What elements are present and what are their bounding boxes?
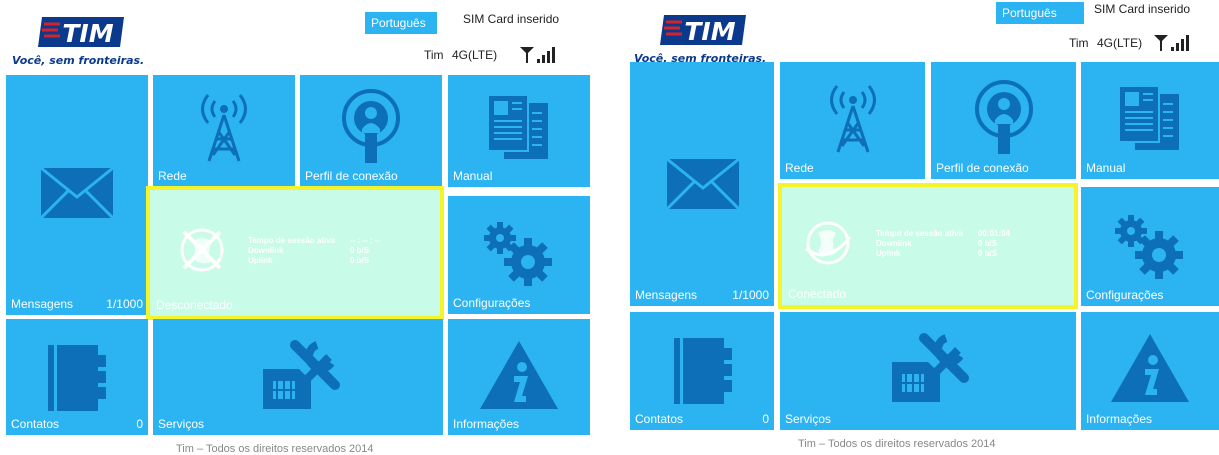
settings-label: Configurações: [1086, 288, 1164, 302]
network-type: 4G(LTE): [1097, 36, 1143, 50]
connection-profile-label: Perfil de conexão: [936, 161, 1029, 175]
connection-state-label: Desconectado: [156, 298, 233, 312]
info-tile[interactable]: Informações: [448, 319, 590, 435]
contacts-tile[interactable]: Contatos 0: [630, 312, 774, 430]
disconnected-globe-icon: [180, 228, 224, 272]
uplink-label: Uplink: [876, 249, 901, 258]
carrier-name: Tim: [424, 48, 444, 62]
connection-profile-tile[interactable]: Perfil de conexão: [931, 62, 1076, 179]
carrier-name: Tim: [1069, 36, 1089, 50]
manual-tile[interactable]: Manual: [1081, 62, 1219, 179]
network-label: Rede: [158, 169, 187, 183]
network-tile[interactable]: Rede: [153, 75, 295, 187]
connection-stats: Tempo de sessão ativa -- : -- : -- Downli…: [248, 236, 380, 266]
info-tile[interactable]: Informações: [1081, 312, 1219, 430]
tim-logo-icon: TIM: [38, 17, 124, 48]
session-time-value: -- : -- : --: [350, 236, 381, 245]
antenna-tower-icon: [830, 85, 876, 153]
services-label: Serviços: [158, 417, 205, 431]
contacts-count: 0: [762, 412, 769, 426]
connection-profile-tile[interactable]: Perfil de conexão: [300, 75, 442, 187]
manual-label: Manual: [1086, 161, 1126, 175]
address-book-icon: [48, 345, 106, 411]
connected-globe-icon: [805, 221, 852, 265]
gears-icon: [1115, 215, 1183, 279]
tim-logo: TIM Você, sem fronteiras.: [634, 8, 774, 68]
signal-strength-icon: [520, 47, 555, 63]
uplink-value: 0 b/S: [978, 249, 998, 258]
uplink-label: Uplink: [248, 256, 273, 265]
sim-tools-icon: [892, 333, 969, 402]
connection-stats: Tempo de sessão ativa 00:01:04 Downlink 0 …: [876, 229, 1010, 259]
documents-icon: [487, 94, 548, 159]
network-type: 4G(LTE): [452, 48, 498, 62]
downlink-value: 0 b/S: [350, 246, 370, 255]
session-time-value: 00:01:04: [978, 229, 1011, 238]
router-dashboard-connected: TIM Você, sem fronteiras. Português SIM …: [620, 0, 1219, 455]
settings-tile[interactable]: Configurações: [448, 196, 590, 314]
language-button[interactable]: Português: [365, 12, 437, 34]
contacts-count: 0: [136, 417, 143, 431]
documents-icon: [1118, 85, 1179, 150]
connection-state-label: Conectado: [788, 287, 847, 301]
footer-copyright: Tim – Todos os direitos reservados 2014: [798, 438, 996, 450]
connection-profile-icon: [342, 89, 400, 163]
address-book-icon: [674, 338, 732, 404]
antenna-tower-icon: [201, 94, 247, 162]
sim-tools-icon: [263, 340, 340, 409]
sim-status: SIM Card inserido: [1094, 2, 1191, 16]
envelope-icon: [666, 158, 740, 210]
tim-logo: TIM Você, sem fronteiras.: [12, 10, 152, 70]
sim-status: SIM Card inserido: [463, 12, 560, 26]
messages-tile[interactable]: Mensagens 1/1000: [630, 62, 774, 306]
manual-tile[interactable]: Manual: [448, 75, 590, 187]
messages-tile[interactable]: Mensagens 1/1000: [6, 75, 148, 315]
connection-profile-label: Perfil de conexão: [305, 169, 398, 183]
services-label: Serviços: [785, 412, 832, 426]
info-label: Informações: [1086, 412, 1153, 426]
downlink-value: 0 b/S: [978, 239, 998, 248]
downlink-label: Downlink: [248, 246, 284, 255]
tim-logo-icon: TIM: [660, 15, 746, 46]
router-dashboard-disconnected: TIM Você, sem fronteiras. Português SIM …: [0, 0, 600, 455]
session-time-label: Tempo de sessão ativa: [876, 229, 963, 238]
footer-copyright: Tim – Todos os direitos reservados 2014: [176, 443, 374, 455]
svg-text:TIM: TIM: [62, 19, 113, 48]
language-button[interactable]: Português: [996, 2, 1084, 24]
info-label: Informações: [453, 417, 520, 431]
gears-icon: [484, 222, 552, 286]
settings-tile[interactable]: Configurações: [1081, 187, 1219, 306]
svg-text:TIM: TIM: [684, 17, 735, 46]
contacts-label: Contatos: [11, 417, 60, 431]
network-tile[interactable]: Rede: [780, 62, 925, 179]
info-triangle-icon: [480, 341, 558, 409]
connection-status-tile[interactable]: Tempo de sessão ativa 00:01:04 Downlink 0 …: [778, 183, 1078, 309]
network-label: Rede: [785, 161, 814, 175]
info-triangle-icon: [1111, 334, 1189, 402]
messages-label: Mensagens: [635, 288, 698, 302]
contacts-tile[interactable]: Contatos 0: [6, 319, 148, 435]
slogan: Você, sem fronteiras.: [12, 54, 145, 67]
contacts-label: Contatos: [635, 412, 684, 426]
settings-label: Configurações: [453, 296, 531, 310]
services-tile[interactable]: Serviços: [780, 312, 1076, 430]
downlink-label: Downlink: [876, 239, 912, 248]
messages-label: Mensagens: [11, 297, 74, 311]
uplink-value: 0 b/S: [350, 256, 370, 265]
messages-count: 1/1000: [732, 288, 769, 302]
signal-strength-icon: [1154, 35, 1189, 51]
messages-count: 1/1000: [106, 297, 143, 311]
connection-profile-icon: [975, 80, 1033, 154]
envelope-icon: [40, 167, 114, 219]
services-tile[interactable]: Serviços: [153, 319, 443, 435]
manual-label: Manual: [453, 169, 493, 183]
connection-status-tile[interactable]: Tempo de sessão ativa -- : -- : -- Downli…: [146, 186, 444, 320]
session-time-label: Tempo de sessão ativa: [248, 236, 335, 245]
